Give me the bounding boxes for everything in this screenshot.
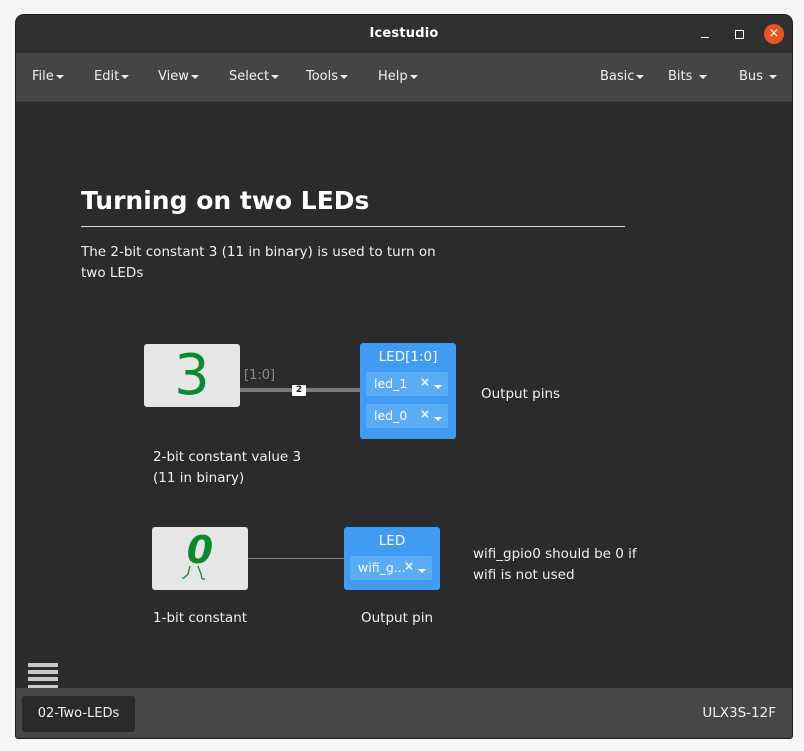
caret-down-icon: [409, 74, 418, 79]
output-block-led[interactable]: LED wifi_g... ×: [344, 527, 440, 590]
menu-select-label: Select: [229, 69, 270, 84]
info-description: The 2-bit constant 3 (11 in binary) is u…: [81, 244, 436, 281]
caret-down-icon: [271, 74, 280, 79]
caret-down-icon: [121, 74, 130, 79]
clear-icon[interactable]: ×: [404, 559, 414, 573]
menu-bar: File Edit View Select Tools Help Basic B…: [16, 53, 792, 102]
constant-block-0[interactable]: 0: [152, 527, 248, 590]
bus-range-label: [1:0]: [244, 368, 276, 383]
caret-down-icon: [636, 74, 645, 79]
menu-file-label: File: [32, 69, 54, 84]
caret-down-icon: [190, 74, 199, 79]
menu-bits[interactable]: Bits: [668, 69, 707, 84]
menu-file[interactable]: File: [32, 69, 64, 84]
constant-value: 3: [174, 343, 210, 408]
pin-select-led-1[interactable]: led_1 ×: [366, 372, 448, 396]
bus-width-badge: 2: [292, 385, 306, 396]
signal-wire[interactable]: [248, 558, 344, 559]
menu-select[interactable]: Select: [229, 69, 280, 84]
minimize-button[interactable]: [695, 24, 715, 44]
output-block-leds[interactable]: LED[1:0] led_1 × led_0 ×: [360, 343, 456, 439]
output-block-title: LED[1:0]: [378, 349, 438, 365]
pin-name: led_1: [374, 376, 408, 391]
board-name[interactable]: ULX3S-12F: [702, 705, 776, 721]
output-pins-note: Output pins: [481, 386, 561, 402]
menu-bus-label: Bus: [739, 69, 763, 84]
caret-down-icon: [55, 74, 64, 79]
menu-tools-label: Tools: [306, 69, 339, 84]
heading-divider: [81, 226, 625, 227]
menu-edit-label: Edit: [94, 69, 120, 84]
menu-help[interactable]: Help: [378, 69, 418, 84]
menu-view-label: View: [158, 69, 189, 84]
app-window: Icestudio × File Edit View Select Tools …: [16, 15, 792, 738]
caret-down-icon: [418, 569, 426, 573]
menu-help-label: Help: [378, 69, 408, 84]
menu-edit[interactable]: Edit: [94, 69, 130, 84]
status-bar: 02-Two-LEDs ULX3S-12F: [16, 688, 792, 738]
menu-tools[interactable]: Tools: [306, 69, 349, 84]
caret-down-icon: [769, 74, 778, 79]
pin-name: wifi_g...: [358, 560, 406, 575]
design-canvas[interactable]: Turning on two LEDs The 2-bit constant 3…: [16, 102, 792, 689]
menu-basic[interactable]: Basic: [600, 69, 645, 84]
pin-name: led_0: [374, 408, 408, 423]
file-tab[interactable]: 02-Two-LEDs: [22, 696, 135, 732]
close-button[interactable]: ×: [764, 24, 784, 44]
pin-select-led-0[interactable]: led_0 ×: [366, 404, 448, 428]
constant-label: 1-bit constant: [153, 610, 248, 626]
caret-down-icon: [698, 74, 707, 79]
clear-icon[interactable]: ×: [420, 375, 430, 389]
window-title: Icestudio: [369, 26, 439, 41]
wifi-note: wifi_gpio0 should be 0 if wifi is not us…: [473, 546, 637, 583]
hamburger-menu-icon[interactable]: [28, 663, 58, 689]
close-icon: ×: [768, 26, 780, 41]
caret-down-icon: [434, 417, 442, 421]
menu-bus[interactable]: Bus: [739, 69, 778, 84]
output-pin-label: Output pin: [361, 610, 434, 626]
caret-down-icon: [340, 74, 349, 79]
info-heading: Turning on two LEDs: [81, 186, 370, 215]
menu-bits-label: Bits: [668, 69, 693, 84]
clear-icon[interactable]: ×: [420, 407, 430, 421]
menu-basic-label: Basic: [600, 69, 635, 84]
caret-down-icon: [434, 385, 442, 389]
pin-select-wifi[interactable]: wifi_g... ×: [350, 556, 432, 580]
legs-icon: [182, 565, 205, 580]
constant-label-line1: 2-bit constant value 3: [153, 449, 302, 465]
constant-label-line2: (11 in binary): [153, 470, 245, 486]
title-bar: Icestudio ×: [16, 15, 792, 53]
menu-view[interactable]: View: [158, 69, 199, 84]
constant-block-3[interactable]: 3: [144, 344, 240, 407]
output-block-title: LED: [378, 533, 406, 549]
maximize-button[interactable]: [729, 24, 749, 44]
